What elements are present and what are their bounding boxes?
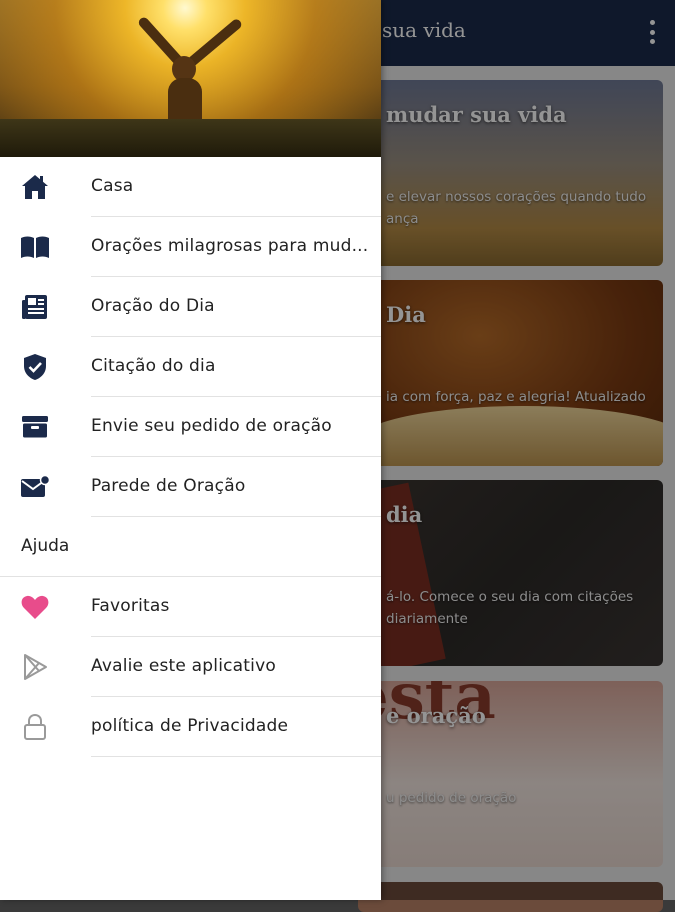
shield-check-icon — [20, 353, 50, 381]
menu-item-avalie-aplicativo[interactable]: Avalie este aplicativo — [0, 637, 381, 697]
menu-item-casa[interactable]: Casa — [0, 157, 381, 217]
menu-item-label: Envie seu pedido de oração — [91, 416, 332, 436]
menu-item-politica-privacidade[interactable]: política de Privacidade — [0, 697, 381, 757]
menu-item-parede-de-oracao[interactable]: Parede de Oração — [0, 457, 381, 517]
section-label: Ajuda — [21, 536, 70, 556]
inbox-icon — [20, 413, 50, 441]
menu-item-label: Citação do dia — [91, 356, 216, 376]
mail-notification-icon — [20, 473, 50, 501]
navigation-drawer: Casa Orações milagrosas para mud... Oraç… — [0, 0, 381, 900]
section-header-ajuda: Ajuda — [0, 517, 381, 577]
book-icon — [20, 233, 50, 261]
newspaper-icon — [20, 293, 50, 321]
menu-item-citacao-do-dia[interactable]: Citação do dia — [0, 337, 381, 397]
menu-item-label: Parede de Oração — [91, 476, 246, 496]
drawer-menu: Casa Orações milagrosas para mud... Oraç… — [0, 157, 381, 757]
menu-item-oracao-do-dia[interactable]: Oração do Dia — [0, 277, 381, 337]
menu-item-label: Avalie este aplicativo — [91, 656, 276, 676]
drawer-header-image — [0, 0, 381, 157]
menu-item-oracoes-milagrosas[interactable]: Orações milagrosas para mud... — [0, 217, 381, 277]
menu-item-label: política de Privacidade — [91, 716, 289, 736]
play-store-icon — [20, 653, 50, 681]
menu-item-label: Oração do Dia — [91, 296, 215, 316]
lock-icon — [20, 713, 50, 741]
menu-item-label: Favoritas — [91, 596, 170, 616]
menu-item-favoritas[interactable]: Favoritas — [0, 577, 381, 637]
heart-icon — [20, 593, 50, 621]
menu-item-envie-pedido[interactable]: Envie seu pedido de oração — [0, 397, 381, 457]
home-icon — [20, 173, 50, 201]
menu-item-label: Casa — [91, 176, 134, 196]
menu-item-label: Orações milagrosas para mud... — [91, 236, 369, 256]
